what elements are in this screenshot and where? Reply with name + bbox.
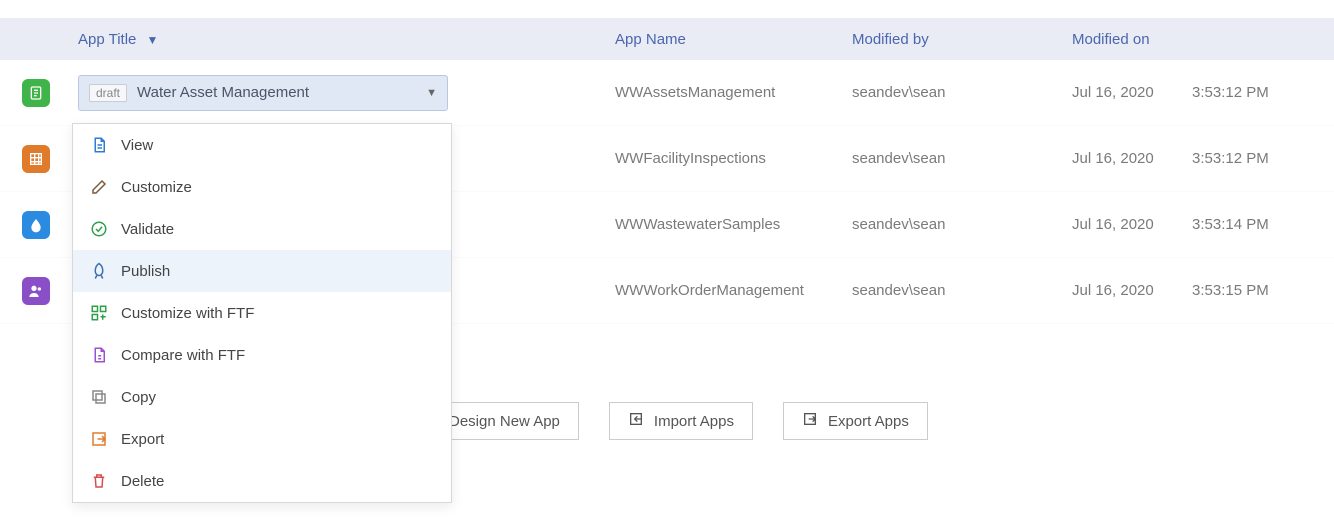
grid-plus-icon [87, 304, 111, 322]
app-title-text: Water Asset Management [137, 84, 309, 101]
menu-label: Delete [121, 473, 164, 490]
pencil-icon [87, 178, 111, 196]
export-icon [87, 430, 111, 448]
menu-publish[interactable]: Publish [73, 250, 451, 292]
trash-icon [87, 472, 111, 490]
header-app-title[interactable]: App Title ▼ [72, 31, 615, 48]
menu-validate[interactable]: Validate [73, 208, 451, 250]
app-category-icon [22, 277, 50, 305]
menu-label: View [121, 137, 153, 154]
document-icon [87, 136, 111, 154]
modified-time-cell: 3:53:15 PM [1192, 282, 1332, 299]
sort-desc-icon: ▼ [147, 33, 159, 47]
menu-export[interactable]: Export [73, 418, 451, 460]
compare-icon [87, 346, 111, 364]
menu-compare-ftf[interactable]: Compare with FTF [73, 334, 451, 376]
app-name-cell: WWAssetsManagement [615, 84, 852, 101]
modified-time-cell: 3:53:12 PM [1192, 84, 1332, 101]
menu-customize-ftf[interactable]: Customize with FTF [73, 292, 451, 334]
menu-label: Export [121, 431, 164, 448]
menu-label: Customize [121, 179, 192, 196]
header-modified-by[interactable]: Modified by [852, 31, 1072, 48]
button-label: Design New App [449, 413, 560, 430]
modified-by-cell: seandev\sean [852, 84, 1072, 101]
menu-label: Copy [121, 389, 156, 406]
action-bar: Design New App Import Apps Export Apps [440, 402, 928, 440]
chevron-down-icon: ▼ [426, 87, 437, 99]
menu-label: Compare with FTF [121, 347, 245, 364]
app-name-cell: WWFacilityInspections [615, 150, 852, 167]
modified-time-cell: 3:53:12 PM [1192, 150, 1332, 167]
modified-by-cell: seandev\sean [852, 216, 1072, 233]
button-label: Export Apps [828, 413, 909, 430]
table-header: App Title ▼ App Name Modified by Modifie… [0, 18, 1334, 60]
modified-date-cell: Jul 16, 2020 [1072, 150, 1192, 167]
menu-view[interactable]: View [73, 124, 451, 166]
modified-date-cell: Jul 16, 2020 [1072, 84, 1192, 101]
context-menu: View Customize Validate Publish Customiz… [72, 123, 452, 503]
table-row[interactable]: draft Water Asset Management ▼ WWAssetsM… [0, 60, 1334, 126]
import-icon [628, 411, 644, 431]
menu-delete[interactable]: Delete [73, 460, 451, 502]
app-category-icon [22, 145, 50, 173]
draft-badge: draft [89, 84, 127, 102]
menu-label: Publish [121, 263, 170, 280]
copy-icon [87, 388, 111, 406]
modified-time-cell: 3:53:14 PM [1192, 216, 1332, 233]
menu-copy[interactable]: Copy [73, 376, 451, 418]
menu-label: Customize with FTF [121, 305, 254, 322]
menu-label: Validate [121, 221, 174, 238]
design-new-app-button[interactable]: Design New App [440, 402, 579, 440]
menu-customize[interactable]: Customize [73, 166, 451, 208]
check-circle-icon [87, 220, 111, 238]
button-label: Import Apps [654, 413, 734, 430]
app-category-icon [22, 79, 50, 107]
modified-date-cell: Jul 16, 2020 [1072, 282, 1192, 299]
export-icon [802, 411, 818, 431]
modified-date-cell: Jul 16, 2020 [1072, 216, 1192, 233]
import-apps-button[interactable]: Import Apps [609, 402, 753, 440]
rocket-icon [87, 262, 111, 280]
header-modified-on[interactable]: Modified on [1072, 31, 1192, 48]
modified-by-cell: seandev\sean [852, 150, 1072, 167]
header-app-name[interactable]: App Name [615, 31, 852, 48]
export-apps-button[interactable]: Export Apps [783, 402, 928, 440]
app-title-dropdown[interactable]: draft Water Asset Management ▼ [78, 75, 448, 111]
header-label: App Title [78, 31, 136, 48]
app-name-cell: WWWastewaterSamples [615, 216, 852, 233]
app-category-icon [22, 211, 50, 239]
modified-by-cell: seandev\sean [852, 282, 1072, 299]
app-name-cell: WWWorkOrderManagement [615, 282, 852, 299]
